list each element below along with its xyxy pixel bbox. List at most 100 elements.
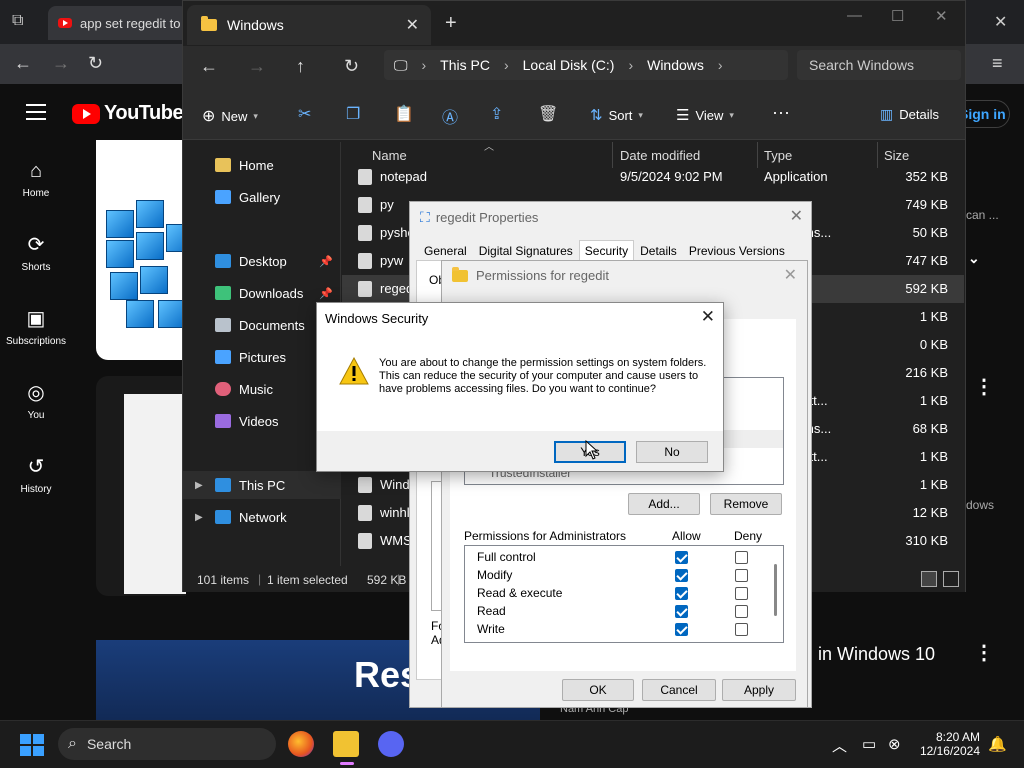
notification-bell-icon[interactable]: 🔔 xyxy=(988,735,1007,753)
add-button[interactable]: Add... xyxy=(628,493,700,515)
details-view-icon[interactable] xyxy=(921,571,937,587)
nav-item-network[interactable]: ▶ Network xyxy=(183,503,341,531)
yt-nav-subscriptions[interactable]: ▣ Subscriptions xyxy=(0,308,72,347)
paste-icon[interactable]: 📋 xyxy=(394,104,414,124)
tiles-view-icon[interactable] xyxy=(943,571,959,587)
chevron-up-icon[interactable]: ︿ xyxy=(832,735,847,756)
browser-close-icon[interactable]: ✕ xyxy=(994,12,1007,32)
close-icon[interactable]: ✕ xyxy=(701,307,715,327)
tab-digital-signatures[interactable]: Digital Signatures xyxy=(473,240,579,262)
sort-button[interactable]: ⇅ Sort ▾ xyxy=(590,106,643,124)
search-icon: ⌕ xyxy=(68,735,77,752)
tab-security[interactable]: Security xyxy=(578,240,635,262)
view-button[interactable]: ☰ View ▾ xyxy=(676,106,734,124)
breadcrumb-item[interactable]: Local Disk (C:) xyxy=(523,57,615,73)
share-icon[interactable]: ⇪ xyxy=(490,104,503,124)
video-title[interactable]: in Windows 10 xyxy=(818,644,935,665)
allow-checkbox[interactable] xyxy=(675,569,688,582)
allow-checkbox[interactable] xyxy=(675,623,688,636)
delete-icon[interactable]: 🗑 xyxy=(538,104,558,124)
breadcrumb[interactable]: 🖵 › This PC › Local Disk (C:) › Windows … xyxy=(384,50,788,80)
nav-item-this-pc[interactable]: ▶ This PC xyxy=(183,471,341,499)
details-pane-button[interactable]: ▥ Details xyxy=(880,106,939,123)
chevron-down-icon[interactable]: ⌄ xyxy=(968,250,980,267)
copy-icon[interactable]: ❐ xyxy=(346,104,360,124)
tab-general[interactable]: General xyxy=(418,240,473,262)
yt-nav-you[interactable]: ◎ You xyxy=(0,382,72,421)
browser-menu-icon[interactable]: ≡ xyxy=(992,53,1003,73)
thumbnail-cube xyxy=(140,266,168,294)
chevron-right-icon[interactable]: ▶ xyxy=(195,512,207,523)
yt-nav-history[interactable]: ↺ History xyxy=(0,456,72,495)
file-explorer-taskbar-icon[interactable] xyxy=(333,731,359,757)
video-thumbnail[interactable] xyxy=(96,376,186,596)
breadcrumb-item[interactable]: Windows xyxy=(647,57,704,73)
yt-nav-shorts[interactable]: ⟳ Shorts xyxy=(0,234,72,273)
column-header-type[interactable]: Type xyxy=(764,148,792,163)
pin-icon[interactable]: 📌 xyxy=(319,255,333,268)
file-icon xyxy=(358,169,372,185)
nav-item-home[interactable]: Home xyxy=(183,151,341,179)
new-tab-icon[interactable]: + xyxy=(445,13,457,33)
yt-nav-home[interactable]: ⌂ Home xyxy=(0,160,72,199)
deny-checkbox[interactable] xyxy=(735,605,748,618)
tab-previous-versions[interactable]: Previous Versions xyxy=(683,240,791,262)
close-window-icon[interactable]: ✕ xyxy=(935,7,948,25)
browser-back-icon[interactable]: ← xyxy=(14,53,32,73)
deny-checkbox[interactable] xyxy=(735,569,748,582)
pin-icon[interactable]: 📌 xyxy=(319,287,333,300)
tab-actions-icon[interactable]: ⧉ xyxy=(12,12,23,30)
youtube-logo[interactable]: YouTube xyxy=(72,102,184,125)
file-row[interactable]: notepad 9/5/2024 9:02 PM Application 352 KB xyxy=(342,163,964,191)
firefox-icon[interactable] xyxy=(288,731,314,757)
tab-details[interactable]: Details xyxy=(634,240,683,262)
maximize-icon[interactable]: ☐ xyxy=(891,7,904,25)
new-button[interactable]: ⊕ New ▾ xyxy=(202,106,258,126)
taskbar-clock[interactable]: 8:20 AM 12/16/2024 xyxy=(912,730,980,758)
column-header-name[interactable]: Name xyxy=(372,148,407,163)
deny-checkbox[interactable] xyxy=(735,587,748,600)
display-icon[interactable]: ▭ xyxy=(862,735,876,753)
forward-icon[interactable]: → xyxy=(248,56,266,77)
rename-icon[interactable]: Ⓐ xyxy=(442,104,458,128)
close-tab-icon[interactable]: ✕ xyxy=(406,15,419,35)
network-off-icon[interactable]: ⊗ xyxy=(888,735,901,753)
remove-button[interactable]: Remove xyxy=(710,493,782,515)
back-icon[interactable]: ← xyxy=(200,56,218,77)
close-icon[interactable]: ✕ xyxy=(784,265,797,285)
allow-checkbox[interactable] xyxy=(675,605,688,618)
windows-start-icon[interactable] xyxy=(20,734,44,756)
more-options-icon[interactable]: ⋮ xyxy=(974,640,994,665)
youtube-menu-icon[interactable] xyxy=(26,104,46,120)
column-header-date[interactable]: Date modified xyxy=(620,148,700,163)
browser-tab[interactable]: app set regedit to - xyxy=(48,6,188,40)
deny-checkbox[interactable] xyxy=(735,551,748,564)
explorer-tab[interactable]: Windows ✕ xyxy=(187,5,431,45)
apply-button[interactable]: Apply xyxy=(722,679,796,701)
chevron-right-icon[interactable]: ▶ xyxy=(195,480,207,491)
more-options-button[interactable]: ··· xyxy=(772,102,790,123)
deny-checkbox[interactable] xyxy=(735,623,748,636)
nav-item-gallery[interactable]: Gallery xyxy=(183,183,341,211)
discord-icon[interactable] xyxy=(378,731,404,757)
allow-checkbox[interactable] xyxy=(675,551,688,564)
column-header-size[interactable]: Size xyxy=(884,148,909,163)
up-icon[interactable]: ↑ xyxy=(296,56,305,77)
more-options-icon[interactable]: ⋮ xyxy=(974,374,994,399)
nav-item-desktop[interactable]: Desktop 📌 xyxy=(183,247,341,275)
cancel-button[interactable]: Cancel xyxy=(642,679,716,701)
scrollbar[interactable] xyxy=(774,564,777,616)
close-icon[interactable]: ✕ xyxy=(790,206,803,226)
breadcrumb-item[interactable]: This PC xyxy=(440,57,490,73)
refresh-icon[interactable]: ↻ xyxy=(344,56,359,77)
browser-reload-icon[interactable]: ↻ xyxy=(88,53,103,73)
taskbar-search[interactable]: ⌕ Search xyxy=(58,728,276,760)
cut-icon[interactable]: ✂ xyxy=(298,104,311,124)
video-thumbnail[interactable] xyxy=(96,140,186,360)
ok-button[interactable]: OK xyxy=(562,679,634,701)
browser-forward-icon[interactable]: → xyxy=(52,53,70,73)
search-input[interactable]: Search Windows xyxy=(797,50,961,80)
no-button[interactable]: No xyxy=(636,441,708,463)
allow-checkbox[interactable] xyxy=(675,587,688,600)
minimize-icon[interactable]: — xyxy=(847,7,862,24)
